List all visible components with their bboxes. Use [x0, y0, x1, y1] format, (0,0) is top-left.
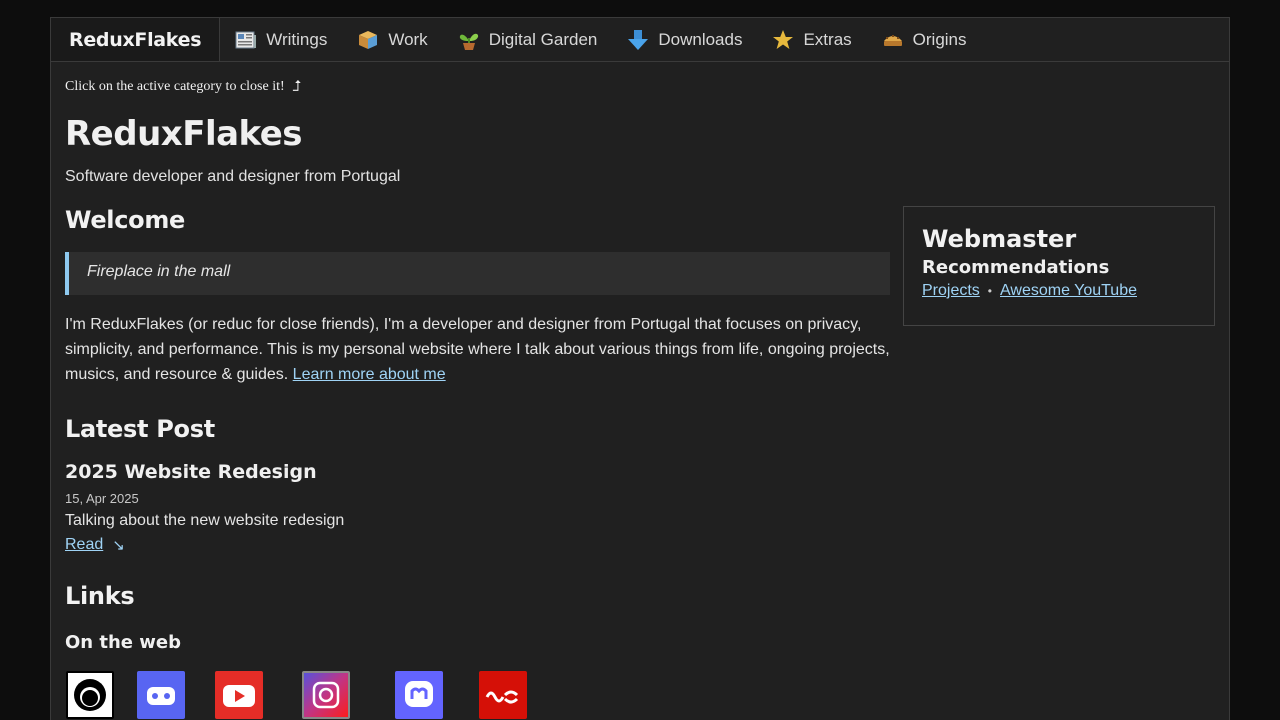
welcome-heading: Welcome — [65, 206, 186, 234]
welcome-quote: Fireplace in the mall — [65, 252, 890, 295]
awesome-youtube-link[interactable]: Awesome YouTube — [1000, 282, 1137, 300]
top-nav: ReduxFlakes Writings Work Digital Garden… — [51, 18, 1229, 62]
nav-label: Work — [388, 29, 428, 49]
nav-item-digital-garden[interactable]: Digital Garden — [443, 18, 613, 61]
latest-post-heading: Latest Post — [65, 415, 215, 443]
post-date: 15, Apr 2025 — [65, 491, 139, 506]
intro-paragraph: I'm ReduxFlakes (or reduc for close frie… — [65, 312, 890, 387]
webmaster-box: Webmaster Recommendations Projects • Awe… — [903, 206, 1215, 326]
links-section: Links On the web — [65, 582, 890, 719]
recommendation-links: Projects • Awesome YouTube — [922, 282, 1196, 300]
box-icon — [357, 29, 379, 51]
read-link[interactable]: Read — [65, 536, 103, 554]
site-tagline: Software developer and designer from Por… — [65, 168, 401, 185]
latest-post-section: Latest Post 2025 Website Redesign 15, Ap… — [65, 415, 890, 554]
read-post: Read ↘ — [65, 536, 125, 554]
nav-label: Origins — [912, 29, 967, 49]
nav-label: Downloads — [658, 29, 743, 49]
nav-label: Extras — [803, 29, 852, 49]
discord-icon[interactable] — [137, 671, 185, 719]
social-links — [65, 671, 890, 719]
mastodon-icon[interactable] — [395, 671, 443, 719]
nav-item-origins[interactable]: Origins — [867, 18, 982, 61]
webmaster-title: Webmaster — [922, 225, 1077, 253]
separator-dot: • — [987, 284, 992, 298]
post-title: 2025 Website Redesign — [65, 461, 317, 483]
hint-text: Click on the active category to close it… — [65, 79, 285, 94]
nav-item-work[interactable]: Work — [342, 18, 442, 61]
page-frame: ReduxFlakes Writings Work Digital Garden… — [50, 17, 1230, 720]
nav-item-downloads[interactable]: Downloads — [612, 18, 757, 61]
nav-item-extras[interactable]: Extras — [757, 18, 866, 61]
on-the-web-heading: On the web — [65, 632, 181, 653]
nav-item-writings[interactable]: Writings — [220, 18, 342, 61]
star-icon — [772, 29, 794, 51]
site-title: ReduxFlakes — [65, 114, 303, 154]
brand-tab[interactable]: ReduxFlakes — [51, 18, 221, 61]
content-columns: Welcome Fireplace in the mall I'm ReduxF… — [65, 206, 1215, 719]
intro-text: I'm ReduxFlakes (or reduc for close frie… — [65, 316, 890, 383]
nav-label: Digital Garden — [488, 29, 598, 49]
learn-more-link[interactable]: Learn more about me — [293, 366, 446, 383]
arrow-up-right-icon: ⮥ — [292, 79, 302, 95]
recommendations-heading: Recommendations — [922, 257, 1110, 278]
pie-icon — [882, 29, 904, 51]
github-icon[interactable] — [66, 671, 114, 719]
post-description: Talking about the new website redesign — [65, 512, 345, 529]
category-hint: Click on the active category to close it… — [65, 78, 1215, 96]
instagram-icon[interactable] — [302, 671, 350, 719]
main-content: Click on the active category to close it… — [51, 62, 1229, 719]
sidebar: Webmaster Recommendations Projects • Awe… — [903, 206, 1215, 711]
main-column: Welcome Fireplace in the mall I'm ReduxF… — [65, 206, 890, 719]
links-heading: Links — [65, 582, 135, 610]
newspaper-icon — [235, 29, 257, 51]
projects-link[interactable]: Projects — [922, 282, 980, 300]
plant-icon — [458, 29, 480, 51]
nav-label: Writings — [266, 29, 328, 49]
youtube-icon[interactable] — [215, 671, 263, 719]
arrow-down-right-icon: ↘ — [112, 537, 125, 554]
lastfm-icon[interactable] — [479, 671, 527, 719]
download-arrow-icon — [627, 29, 649, 51]
